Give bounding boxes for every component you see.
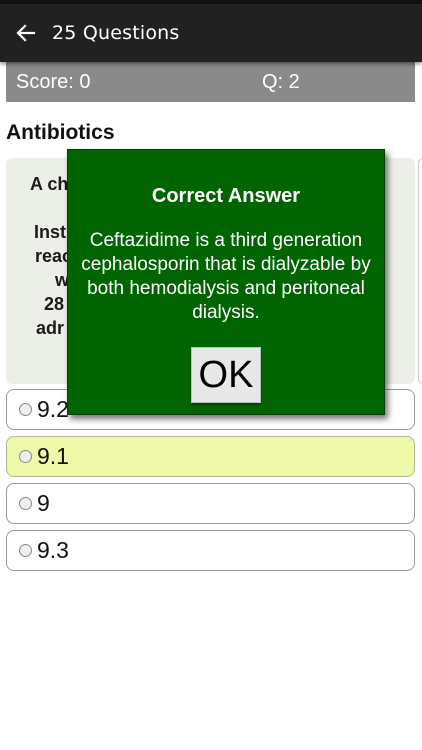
score-bar: Score: 0 Q: 2	[6, 62, 415, 102]
radio-button[interactable]	[19, 450, 32, 463]
category-title: Antibiotics	[6, 121, 115, 144]
arrow-left-icon	[16, 24, 36, 42]
radio-button[interactable]	[19, 497, 32, 510]
radio-button[interactable]	[19, 544, 32, 557]
score-label: Score: 0	[16, 70, 91, 93]
answer-option-label: 9	[37, 490, 50, 516]
dialog-explanation: Ceftazidime is a third generation cephal…	[81, 230, 371, 323]
next-card-edge	[418, 158, 422, 384]
answer-option-selected[interactable]: 9.1	[6, 436, 415, 477]
back-button[interactable]	[0, 4, 52, 62]
answer-option[interactable]: 9	[6, 483, 415, 524]
page-title: 25 Questions	[52, 22, 180, 44]
app-bar: 25 Questions	[0, 4, 422, 62]
question-number-label: Q: 2	[262, 70, 300, 93]
radio-button[interactable]	[19, 403, 32, 416]
ok-button[interactable]: OK	[191, 347, 261, 403]
answer-dialog: Correct Answer Ceftazidime is a third ge…	[67, 149, 385, 415]
answer-option-label: 9.3	[37, 537, 69, 563]
answer-option-label: 9.1	[37, 443, 69, 469]
answer-option[interactable]: 9.3	[6, 530, 415, 571]
answer-options: 9.2 9.1 9 9.3	[6, 389, 415, 577]
answer-option-label: 9.2	[37, 396, 69, 422]
dialog-title: Correct Answer	[151, 185, 301, 207]
